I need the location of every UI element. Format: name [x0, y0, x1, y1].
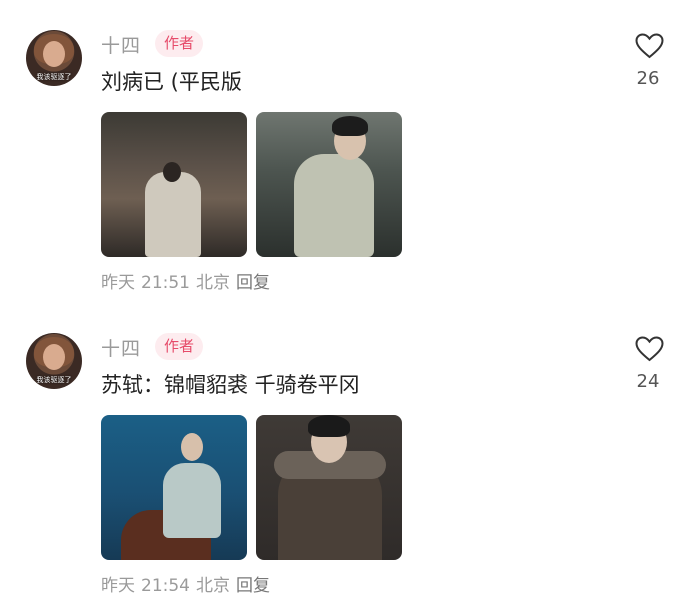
like-count: 24	[636, 371, 660, 392]
comment-image[interactable]	[101, 415, 247, 560]
comment-image[interactable]	[101, 112, 247, 257]
like-count: 26	[636, 68, 660, 89]
avatar-face	[43, 344, 65, 370]
comment-location: 北京	[196, 576, 230, 596]
avatar-face	[43, 41, 65, 67]
comment-text: 苏轼：锦帽貂裘 千骑卷平冈	[101, 373, 360, 397]
avatar-caption: 我该驱逐了	[36, 376, 72, 384]
reply-button[interactable]: 回复	[236, 576, 270, 596]
comment-date: 昨天	[101, 576, 135, 596]
image-figure	[145, 172, 201, 257]
comment-text: 刘病已 (平民版	[101, 70, 242, 94]
comment-location: 北京	[196, 273, 230, 293]
comment-image[interactable]	[256, 415, 402, 560]
author-badge: 作者	[155, 333, 204, 360]
heart-icon[interactable]	[635, 336, 664, 362]
image-figure-head	[181, 433, 203, 461]
image-figure	[163, 463, 221, 538]
image-figure-hair	[308, 415, 350, 437]
comment-time: 21:51	[141, 273, 190, 293]
comment-date: 昨天	[101, 273, 135, 293]
comment-meta: 昨天 21:54 北京 回复	[101, 571, 276, 596]
comment-image[interactable]	[256, 112, 402, 257]
comment-time: 21:54	[141, 576, 190, 596]
image-figure	[294, 154, 374, 257]
avatar[interactable]: 我该驱逐了	[26, 30, 82, 86]
avatar-caption: 我该驱逐了	[36, 73, 72, 81]
image-figure-head	[163, 162, 181, 182]
username[interactable]: 十四	[101, 31, 141, 58]
image-figure-hair	[332, 116, 368, 136]
heart-icon[interactable]	[635, 33, 664, 59]
reply-button[interactable]: 回复	[236, 273, 270, 293]
comment-meta: 昨天 21:51 北京 回复	[101, 268, 276, 293]
avatar[interactable]: 我该驱逐了	[26, 333, 82, 389]
author-badge: 作者	[155, 30, 204, 57]
username[interactable]: 十四	[101, 334, 141, 361]
